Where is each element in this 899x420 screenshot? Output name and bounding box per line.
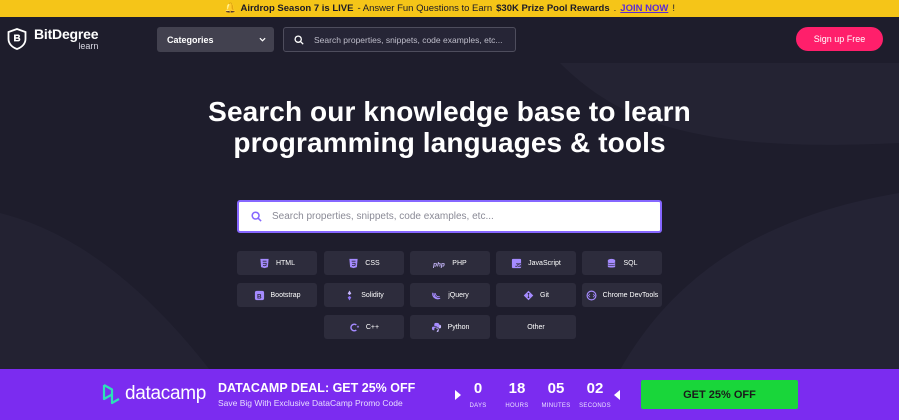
tag-css[interactable]: CSS — [324, 251, 404, 275]
tag-label: Git — [540, 291, 549, 299]
bell-icon: 🔔 — [224, 3, 237, 14]
countdown-value: 18 — [508, 380, 526, 397]
announcement-highlight: $30K Prize Pool Rewards — [496, 3, 610, 14]
announcement-suffix: ! — [672, 3, 675, 14]
tag-label: Other — [527, 323, 545, 331]
tag-label: Python — [447, 323, 470, 331]
logo-sub: learn — [78, 41, 99, 51]
tag-git[interactable]: Git — [496, 283, 576, 307]
countdown-label: HOURS — [505, 403, 529, 409]
tag-sql[interactable]: SQL — [582, 251, 662, 275]
countdown-hours: 18 HOURS — [495, 380, 539, 409]
svg-text:B: B — [257, 293, 262, 300]
tag-label: HTML — [275, 259, 296, 267]
datacamp-logo-icon — [102, 384, 120, 405]
deal-text: DATACAMP DEAL: GET 25% OFF Save Big With… — [218, 381, 415, 408]
header-search-placeholder: Search properties, snippets, code exampl… — [314, 34, 503, 45]
tag-label: SQL — [623, 259, 638, 267]
logo-name: BitDegree — [34, 26, 99, 42]
tag-html[interactable]: HTML — [237, 251, 317, 275]
search-icon — [294, 34, 304, 45]
bitdegree-logo[interactable]: BitDegree learn — [7, 26, 99, 51]
deal-subtitle: Save Big With Exclusive DataCamp Promo C… — [218, 398, 403, 408]
tag-label: jQuery — [448, 291, 469, 299]
html5-icon — [260, 258, 269, 268]
solidity-icon — [347, 289, 352, 301]
countdown-minutes: 05 MINUTES — [534, 380, 578, 409]
countdown-label: DAYS — [469, 403, 487, 409]
tag-solidity[interactable]: Solidity — [324, 283, 404, 307]
python-icon — [431, 322, 441, 332]
announcement-bar: 🔔 Airdrop Season 7 is LIVE - Answer Fun … — [0, 0, 899, 17]
tag-javascript[interactable]: JS JavaScript — [496, 251, 576, 275]
chevron-down-icon — [259, 37, 266, 42]
header-search-input[interactable]: Search properties, snippets, code exampl… — [283, 27, 516, 52]
tag-label: C++ — [365, 323, 380, 331]
countdown-value: 05 — [547, 380, 565, 397]
hero-headline-line2: programming languages & tools — [233, 127, 666, 158]
svg-text:JS: JS — [515, 263, 522, 269]
tag-jquery[interactable]: jQuery — [410, 283, 490, 307]
shield-logo-icon — [7, 28, 27, 50]
get-discount-button[interactable]: GET 25% OFF — [641, 380, 798, 409]
javascript-icon: JS — [512, 258, 522, 269]
tag-label: Chrome DevTools — [602, 291, 659, 299]
tag-label: Solidity — [361, 291, 384, 299]
search-icon — [251, 211, 262, 222]
knowledge-search-placeholder: Search properties, snippets, code exampl… — [272, 211, 494, 222]
database-icon — [607, 258, 616, 267]
knowledge-search-input[interactable]: Search properties, snippets, code exampl… — [237, 200, 662, 233]
announcement-text: - Answer Fun Questions to Earn — [357, 3, 493, 14]
tag-bootstrap[interactable]: B Bootstrap — [237, 283, 317, 307]
datacamp-logo[interactable]: datacamp — [101, 383, 206, 405]
countdown-label: MINUTES — [541, 403, 571, 409]
site-header: BitDegree learn Categories Search proper… — [0, 17, 899, 63]
announcement-title: Airdrop Season 7 is LIVE — [240, 3, 354, 14]
categories-dropdown[interactable]: Categories — [157, 27, 274, 52]
datacamp-brand: datacamp — [125, 383, 207, 404]
tag-other[interactable]: Other — [496, 315, 576, 339]
tag-label: JavaScript — [528, 259, 561, 267]
countdown-days: 0 DAYS — [456, 380, 500, 409]
svg-text:php: php — [433, 261, 445, 268]
cplusplus-icon — [350, 323, 359, 331]
hero-headline: Search our knowledge base to learn progr… — [0, 96, 899, 158]
tag-label: PHP — [452, 259, 467, 267]
jquery-icon — [432, 292, 441, 299]
tag-cplusplus[interactable]: C++ — [324, 315, 404, 339]
deal-title: DATACAMP DEAL: GET 25% OFF — [218, 381, 416, 395]
countdown-label: SECONDS — [579, 403, 611, 409]
signup-button[interactable]: Sign up Free — [796, 27, 883, 51]
bootstrap-icon: B — [254, 290, 264, 300]
countdown-value: 0 — [473, 380, 483, 397]
php-icon: php — [433, 261, 445, 268]
css3-icon — [349, 258, 358, 268]
tag-php[interactable]: php PHP — [410, 251, 490, 275]
categories-label: Categories — [167, 34, 214, 45]
countdown-value: 02 — [586, 380, 604, 397]
announcement-separator: . — [613, 3, 617, 14]
git-icon — [523, 290, 534, 300]
tag-label: Bootstrap — [270, 291, 301, 299]
tag-label: CSS — [365, 259, 380, 267]
tag-python[interactable]: Python — [410, 315, 490, 339]
tag-chrome-devtools[interactable]: Chrome DevTools — [582, 283, 662, 307]
countdown-arrow-left-icon — [614, 390, 620, 400]
countdown-seconds: 02 SECONDS — [573, 380, 617, 409]
join-now-link[interactable]: JOIN NOW — [620, 3, 668, 14]
devtools-icon — [586, 290, 597, 300]
hero-headline-line1: Search our knowledge base to learn — [208, 96, 691, 127]
